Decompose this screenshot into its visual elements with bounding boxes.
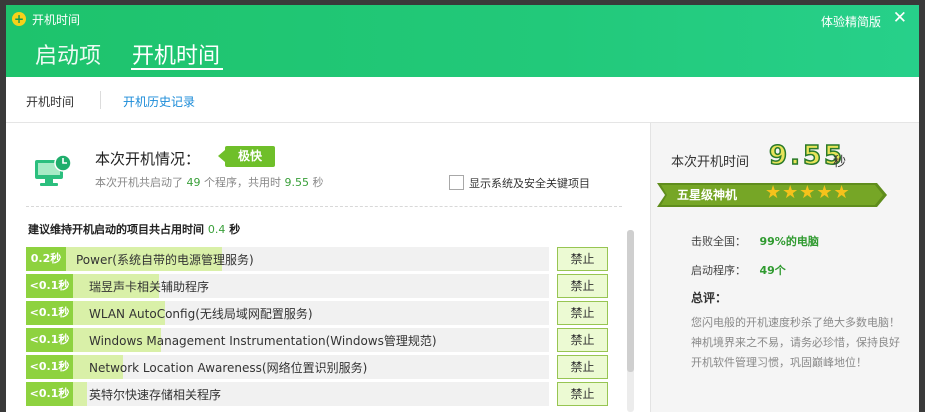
disable-button[interactable]: 禁止	[557, 328, 608, 352]
item-time: <0.1秒	[26, 355, 73, 379]
item-time: 0.2秒	[26, 247, 66, 271]
startup-item-row: <0.1秒 WLAN AutoConfig(无线局域网配置服务)	[26, 301, 549, 325]
comment-title: 总评：	[691, 291, 728, 305]
tab-startup-items[interactable]: 启动项	[35, 38, 101, 70]
active-tab-indicator	[131, 68, 223, 70]
show-system-items-checkbox[interactable]	[449, 175, 464, 190]
list-scrollbar[interactable]	[627, 230, 634, 412]
show-system-items-label[interactable]: 显示系统及安全关键项目	[469, 175, 590, 191]
summary-suffix: 秒	[312, 176, 324, 189]
time-bar-fill	[73, 382, 87, 406]
monitor-clock-icon	[35, 154, 72, 186]
header: + 开机时间 体验精简版 ✕ 启动项 开机时间	[6, 5, 919, 77]
maintain-title-prefix: 建议维持开机启动的项目共占用时间	[28, 223, 204, 236]
item-time: <0.1秒	[26, 382, 73, 406]
item-name: Power(系统自带的电源管理服务)	[76, 253, 254, 267]
summary-mid: 个程序，共用时	[204, 176, 281, 189]
section-divider	[26, 206, 622, 207]
beat-stat: 击败全国： 99%的电脑	[691, 233, 819, 249]
item-name: 英特尔快速存储相关程序	[89, 388, 222, 402]
summary-prefix: 本次开机共启动了	[95, 176, 183, 189]
total-time: 9.55	[284, 176, 310, 189]
programs-stat: 启动程序： 49个	[691, 262, 786, 278]
boot-time-unit: 秒	[833, 155, 847, 170]
app-title: 开机时间	[32, 13, 81, 27]
disable-button[interactable]: 禁止	[557, 301, 608, 325]
subnav-boot-time[interactable]: 开机时间	[26, 93, 74, 110]
disable-button[interactable]: 禁止	[557, 382, 608, 406]
title-bar: + 开机时间 体验精简版 ✕	[6, 5, 919, 31]
sub-navigation: 开机时间 开机历史记录	[6, 77, 919, 123]
beat-label: 击败全国：	[691, 235, 746, 248]
star-rating-icon: ★★★★★	[765, 182, 851, 203]
lite-mode-link[interactable]: 体验精简版	[821, 13, 881, 30]
startup-item-row: <0.1秒 瑞昱声卡相关辅助程序	[26, 274, 549, 298]
subnav-boot-history[interactable]: 开机历史记录	[123, 93, 195, 110]
startup-item-row: <0.1秒 Network Location Awareness(网络位置识别服…	[26, 355, 549, 379]
boot-speed-badge: 极快	[218, 146, 275, 167]
programs-value: 49个	[759, 264, 786, 277]
item-name: 瑞昱声卡相关辅助程序	[89, 280, 210, 294]
close-icon[interactable]: ✕	[893, 9, 907, 27]
item-name: Windows Management Instrumentation(Windo…	[89, 334, 437, 348]
boot-status-label: 本次开机情况：	[95, 150, 201, 168]
disable-button[interactable]: 禁止	[557, 274, 608, 298]
boot-time-window: + 开机时间 体验精简版 ✕ 启动项 开机时间 开机时间 开机历史记录 本次开机…	[6, 5, 919, 412]
rank-label: 五星级神机	[677, 188, 738, 202]
program-count: 49	[186, 176, 201, 189]
beat-value: 99%的电脑	[759, 235, 819, 248]
scrollbar-thumb[interactable]	[627, 230, 634, 372]
startup-item-row: <0.1秒 Windows Management Instrumentation…	[26, 328, 549, 352]
app-logo-icon: +	[12, 12, 26, 26]
boot-summary-text: 本次开机共启动了 49 个程序，共用时 9.55 秒	[95, 174, 324, 190]
item-name: WLAN AutoConfig(无线局域网配置服务)	[89, 307, 313, 321]
disable-button[interactable]: 禁止	[557, 355, 608, 379]
item-time: <0.1秒	[26, 328, 73, 352]
disable-button[interactable]: 禁止	[557, 247, 608, 271]
boot-time-label: 本次开机时间	[671, 155, 750, 170]
programs-label: 启动程序：	[691, 264, 746, 277]
item-time: <0.1秒	[26, 301, 73, 325]
subnav-divider	[100, 91, 101, 109]
startup-item-row: <0.1秒 英特尔快速存储相关程序	[26, 382, 549, 406]
item-time: <0.1秒	[26, 274, 73, 298]
comment-text: 您闪电般的开机速度秒杀了绝大多数电脑！神机境界来之不易，请务必珍惜，保持良好开机…	[691, 316, 900, 369]
boot-detail-panel: 本次开机情况： 极快 本次开机共启动了 49 个程序，共用时 9.55 秒 显示…	[6, 123, 650, 412]
tab-boot-time[interactable]: 开机时间	[132, 38, 220, 70]
maintain-time: 0.4	[207, 223, 226, 236]
maintain-items-title: 建议维持开机启动的项目共占用时间 0.4 秒	[28, 221, 240, 237]
boot-score-panel: 本次开机时间 9.55 秒 五星级神机 ★★★★★ 击败全国： 99%的电脑 启…	[650, 123, 919, 412]
item-name: Network Location Awareness(网络位置识别服务)	[89, 361, 368, 375]
maintain-title-suffix: 秒	[229, 223, 241, 236]
startup-item-row: 0.2秒 Power(系统自带的电源管理服务)	[26, 247, 549, 271]
